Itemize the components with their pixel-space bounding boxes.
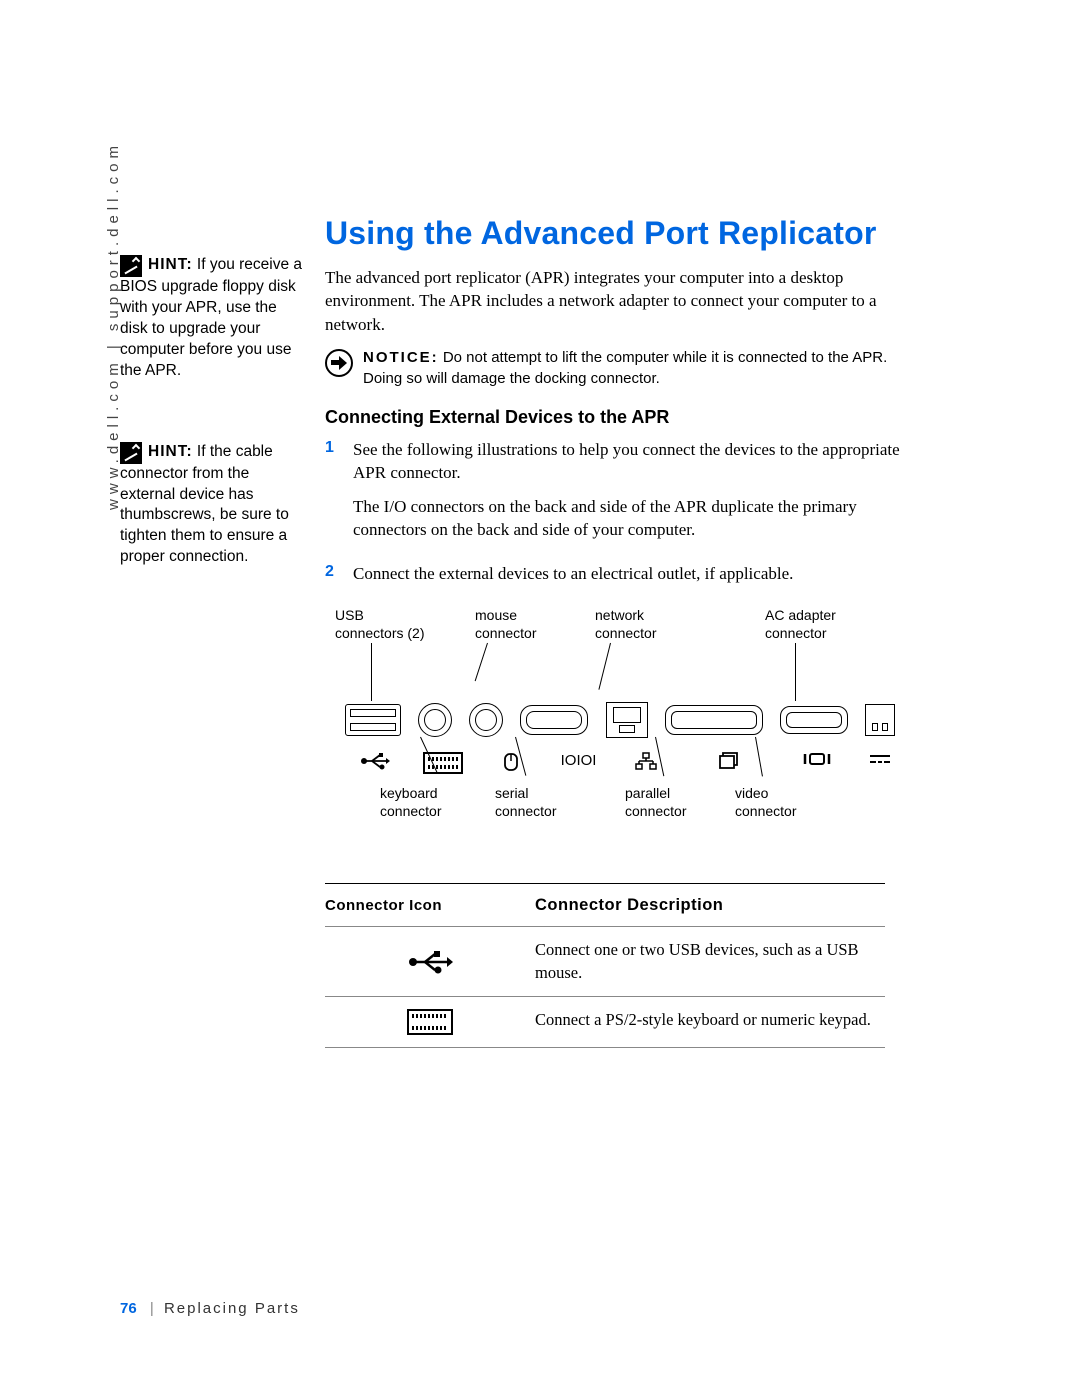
- page: www.dell.com | support.dell.com HINT: If…: [0, 0, 1080, 1397]
- label-ac: AC adapterconnector: [765, 607, 836, 642]
- notice: NOTICE: Do not attempt to lift the compu…: [325, 348, 905, 389]
- cell-desc: Connect a PS/2-style keyboard or numeric…: [535, 1009, 885, 1035]
- network-port-icon: [606, 702, 648, 738]
- cell-icon: [325, 939, 535, 984]
- table-header: Connector Icon Connector Description: [325, 884, 885, 927]
- label-serial: serialconnector: [495, 785, 556, 820]
- hint-2: HINT: If the cable connector from the ex…: [120, 442, 305, 569]
- label-network: networkconnector: [595, 607, 656, 642]
- keyboard-icon: [407, 1009, 453, 1035]
- step-text: See the following illustrations to help …: [353, 438, 905, 552]
- step-1: 1 See the following illustrations to hel…: [325, 438, 905, 552]
- main-content: Using the Advanced Port Replicator The a…: [325, 215, 905, 1048]
- hint-label: HINT:: [148, 443, 193, 460]
- connector-table: Connector Icon Connector Description Con…: [325, 883, 885, 1048]
- ac-symbol-icon: [865, 752, 895, 778]
- hint-label: HINT:: [148, 256, 193, 273]
- cell-desc: Connect one or two USB devices, such as …: [535, 939, 885, 984]
- ps2-mouse-port-icon: [469, 703, 503, 737]
- hint-text: If the cable connector from the external…: [120, 443, 289, 566]
- cell-icon: [325, 1009, 535, 1035]
- serial-port-icon: [520, 705, 588, 735]
- hint-1: HINT: If you receive a BIOS upgrade flop…: [120, 255, 305, 382]
- leader-line: [475, 643, 488, 681]
- subheading: Connecting External Devices to the APR: [325, 407, 905, 428]
- ps2-keyboard-port-icon: [418, 703, 452, 737]
- label-keyboard: keyboardconnector: [380, 785, 441, 820]
- video-port-icon: [780, 706, 848, 734]
- leader-line: [598, 643, 611, 690]
- video-symbol-icon: [787, 752, 847, 778]
- serial-symbol-icon: IOIOI: [554, 752, 604, 778]
- step-p2: The I/O connectors on the back and side …: [353, 495, 905, 542]
- label-usb: USBconnectors (2): [335, 607, 424, 642]
- parallel-symbol-icon: [689, 752, 769, 778]
- connector-diagram: USBconnectors (2) mouseconnector network…: [325, 607, 905, 857]
- page-title: Using the Advanced Port Replicator: [325, 215, 905, 252]
- hint-text: If you receive a BIOS upgrade floppy dis…: [120, 256, 302, 379]
- footer-separator: |: [150, 1300, 154, 1317]
- label-video: videoconnector: [735, 785, 796, 820]
- sidebar: HINT: If you receive a BIOS upgrade flop…: [120, 255, 305, 610]
- step-2: 2 Connect the external devices to an ele…: [325, 562, 905, 595]
- page-number: 76: [120, 1300, 137, 1317]
- step-number: 1: [325, 438, 353, 552]
- th-desc: Connector Description: [535, 894, 885, 916]
- section-name: Replacing Parts: [164, 1300, 300, 1317]
- leader-line: [371, 643, 372, 701]
- notice-arrow-icon: [325, 349, 353, 377]
- intro-paragraph: The advanced port replicator (APR) integ…: [325, 266, 905, 336]
- th-icon: Connector Icon: [325, 894, 535, 916]
- label-parallel: parallelconnector: [625, 785, 686, 820]
- label-mouse: mouseconnector: [475, 607, 536, 642]
- step-text: Connect the external devices to an elect…: [353, 562, 793, 595]
- table-row: Connect a PS/2-style keyboard or numeric…: [325, 997, 885, 1048]
- step-p1: Connect the external devices to an elect…: [353, 562, 793, 585]
- symbol-row: IOIOI: [350, 752, 895, 778]
- page-footer: 76 | Replacing Parts: [120, 1300, 300, 1317]
- keyboard-symbol-icon: [418, 752, 468, 778]
- step-number: 2: [325, 562, 353, 595]
- notice-text: NOTICE: Do not attempt to lift the compu…: [363, 348, 905, 389]
- usb-port-icon: [345, 704, 401, 736]
- usb-icon: [407, 949, 453, 975]
- pencil-icon: [120, 442, 142, 464]
- leader-line: [795, 643, 796, 701]
- pencil-icon: [120, 255, 142, 277]
- parallel-port-icon: [665, 705, 763, 735]
- notice-body: Do not attempt to lift the computer whil…: [363, 349, 887, 386]
- notice-label: NOTICE:: [363, 349, 439, 366]
- mouse-symbol-icon: [486, 752, 536, 778]
- usb-symbol-icon: [350, 752, 400, 778]
- table-row: Connect one or two USB devices, such as …: [325, 927, 885, 997]
- step-p1: See the following illustrations to help …: [353, 438, 905, 485]
- ac-port-icon: [865, 704, 895, 736]
- ports-row: [345, 702, 895, 738]
